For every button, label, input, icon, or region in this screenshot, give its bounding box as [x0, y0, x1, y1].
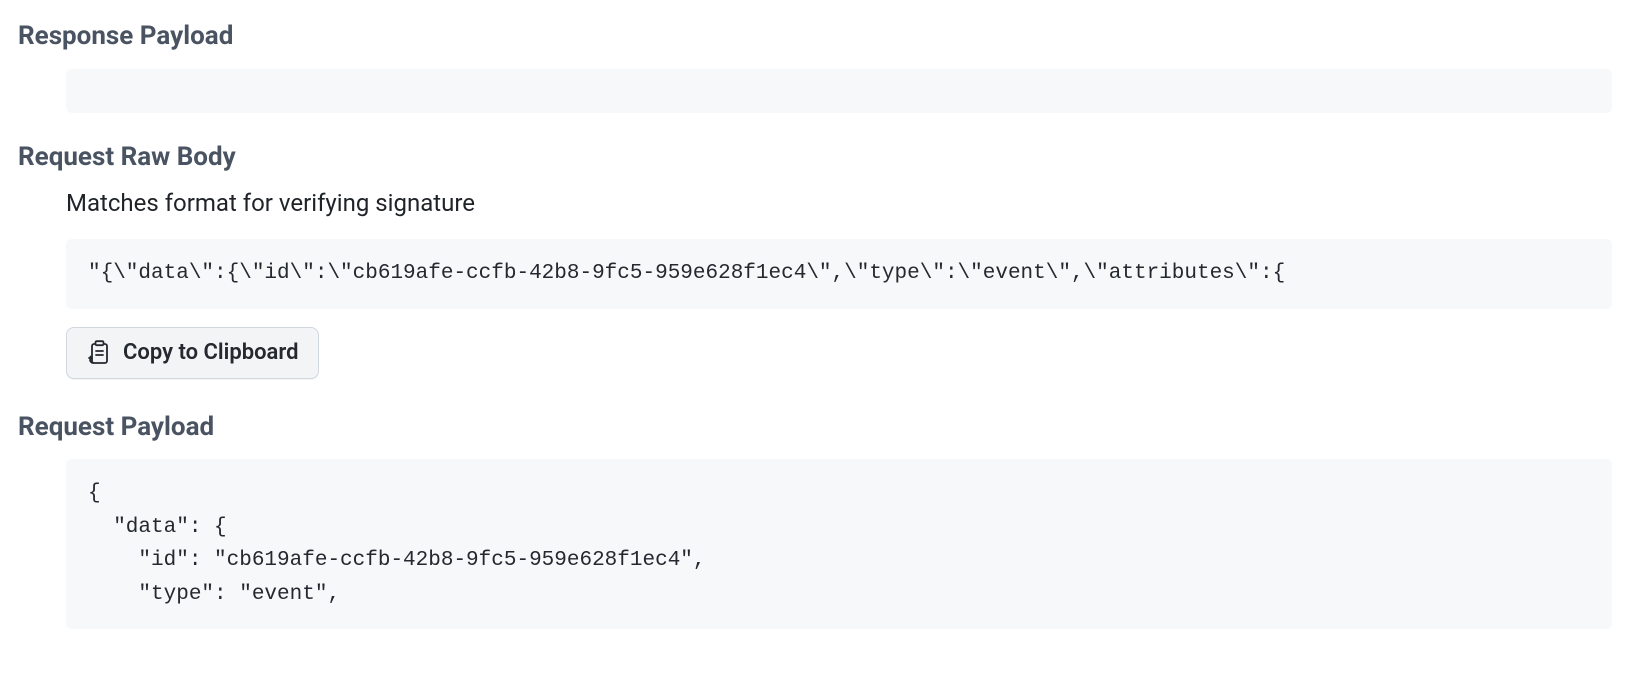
- request-payload-content: { "data": { "id": "cb619afe-ccfb-42b8-9f…: [66, 459, 1612, 629]
- copy-to-clipboard-button[interactable]: Copy to Clipboard: [66, 327, 319, 379]
- request-payload-section: Request Payload { "data": { "id": "cb619…: [18, 411, 1612, 630]
- copy-button-label: Copy to Clipboard: [123, 340, 298, 365]
- response-payload-section: Response Payload: [18, 20, 1612, 113]
- response-payload-code[interactable]: [66, 69, 1612, 113]
- response-payload-content: [66, 69, 1612, 113]
- request-payload-heading: Request Payload: [18, 411, 1612, 444]
- request-raw-body-heading: Request Raw Body: [18, 141, 1612, 174]
- clipboard-icon: [87, 340, 111, 366]
- response-payload-heading: Response Payload: [18, 20, 1612, 53]
- request-raw-body-code[interactable]: "{\"data\":{\"id\":\"cb619afe-ccfb-42b8-…: [66, 239, 1612, 309]
- request-raw-body-description: Matches format for verifying signature: [66, 189, 1612, 217]
- request-payload-code[interactable]: { "data": { "id": "cb619afe-ccfb-42b8-9f…: [66, 459, 1612, 629]
- request-raw-body-content: Matches format for verifying signature "…: [66, 189, 1612, 379]
- request-raw-body-section: Request Raw Body Matches format for veri…: [18, 141, 1612, 379]
